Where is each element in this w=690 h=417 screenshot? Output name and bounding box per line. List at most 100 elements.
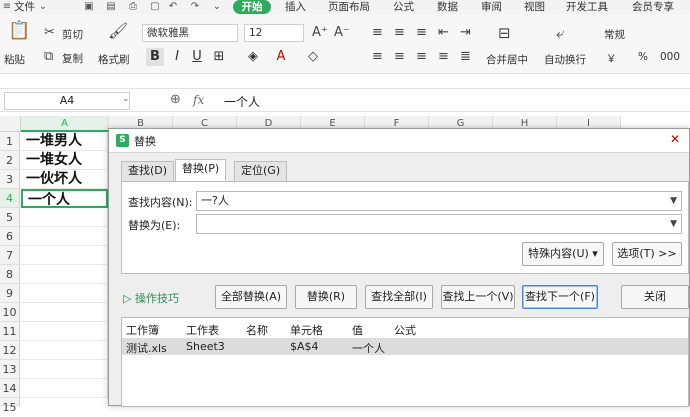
results-header-name[interactable]: 名称 — [246, 322, 268, 338]
menu-icon[interactable]: ≡ — [2, 2, 12, 12]
tab-insert[interactable]: 插入 — [285, 0, 306, 14]
cell-a10[interactable] — [21, 303, 108, 322]
cell-a3[interactable]: 一伙坏人 — [21, 170, 108, 189]
results-header-workbook[interactable]: 工作簿 — [126, 322, 159, 338]
print-preview-icon[interactable]: ▤ — [106, 2, 116, 12]
merge-center-button[interactable]: 合并居中 — [486, 52, 528, 67]
row-header[interactable]: 5 — [0, 208, 20, 227]
align-right-icon[interactable]: ≡ — [416, 50, 427, 64]
row-header[interactable]: 8 — [0, 265, 20, 284]
customize-icon[interactable]: ⌄ — [212, 2, 222, 12]
find-input[interactable]: 一?人 ▼ — [196, 191, 682, 211]
results-header-cell[interactable]: 单元格 — [290, 322, 323, 338]
special-content-button[interactable]: 特殊内容(U) ▾ — [522, 242, 604, 266]
paste-label[interactable]: 粘贴 — [4, 52, 25, 67]
close-button[interactable]: 关闭 — [621, 285, 689, 309]
tab-review[interactable]: 审阅 — [481, 0, 502, 14]
chevron-down-icon[interactable]: ▼ — [670, 215, 677, 233]
results-header-sheet[interactable]: 工作表 — [186, 322, 219, 338]
formula-content[interactable]: 一个人 — [224, 93, 260, 110]
bold-icon[interactable]: B — [146, 48, 164, 66]
results-header-formula[interactable]: 公式 — [394, 322, 416, 338]
row-header[interactable]: 2 — [0, 151, 20, 170]
fill-color-icon[interactable]: ◈ — [244, 48, 262, 66]
cell-a14[interactable] — [21, 379, 108, 398]
row-header[interactable]: 9 — [0, 284, 20, 303]
align-bottom-icon[interactable]: ≡ — [416, 26, 427, 40]
cell-a2[interactable]: 一堆女人 — [21, 151, 108, 170]
fx-icon[interactable]: fx — [193, 93, 204, 107]
align-middle-icon[interactable]: ≡ — [394, 26, 405, 40]
font-grow-icon[interactable]: A⁺ — [312, 26, 328, 40]
underline-icon[interactable]: U — [188, 48, 206, 66]
row-header[interactable]: 6 — [0, 227, 20, 246]
find-next-button[interactable]: 查找下一个(F) — [522, 285, 598, 309]
row-header[interactable]: 1 — [0, 132, 20, 151]
distributed-icon[interactable]: ≣ — [460, 50, 471, 64]
cell-a13[interactable] — [21, 360, 108, 379]
row-header[interactable]: 11 — [0, 322, 20, 341]
row-header[interactable]: 13 — [0, 360, 20, 379]
replace-input[interactable]: ▼ — [196, 214, 682, 234]
thousands-button[interactable]: 000 — [660, 51, 680, 63]
close-icon[interactable]: ✕ — [667, 131, 683, 147]
indent-right-icon[interactable]: ⇥ — [460, 26, 471, 40]
results-header-value[interactable]: 值 — [352, 322, 363, 338]
cut-button[interactable]: 剪切 — [62, 27, 83, 42]
copy-button[interactable]: 复制 — [62, 51, 83, 66]
italic-icon[interactable]: I — [168, 48, 186, 66]
font-size-select[interactable]: 12 — [244, 24, 304, 42]
cell-a8[interactable] — [21, 265, 108, 284]
chevron-down-icon[interactable]: ▼ — [670, 192, 677, 210]
tab-start[interactable]: 开始 — [233, 0, 271, 14]
cell-a6[interactable] — [21, 227, 108, 246]
format-painter-icon[interactable]: 🖌 — [108, 23, 128, 39]
chevron-down-icon[interactable]: ⌄ — [38, 2, 48, 12]
zoom-search-icon[interactable]: ⊕ — [170, 92, 181, 107]
find-all-button[interactable]: 查找全部(I) — [365, 285, 433, 309]
options-button[interactable]: 选项(T) >> — [612, 242, 682, 266]
cell-a5[interactable] — [21, 208, 108, 227]
tab-view[interactable]: 视图 — [524, 0, 545, 14]
font-shrink-icon[interactable]: A⁻ — [334, 26, 350, 40]
tab-formulas[interactable]: 公式 — [393, 0, 414, 14]
undo-icon[interactable]: ↶ — [168, 2, 178, 12]
cut-icon[interactable]: ✂ — [44, 26, 55, 40]
tab-data[interactable]: 数据 — [437, 0, 458, 14]
row-header[interactable]: 10 — [0, 303, 20, 322]
row-header[interactable]: 7 — [0, 246, 20, 265]
tab-developer[interactable]: 开发工具 — [566, 0, 608, 14]
font-name-select[interactable]: 微软雅黑 — [142, 24, 238, 42]
replace-all-button[interactable]: 全部替换(A) — [215, 285, 287, 309]
cell-a11[interactable] — [21, 322, 108, 341]
cell-a1[interactable]: 一堆男人 — [21, 132, 108, 151]
tab-goto[interactable]: 定位(G) — [234, 161, 288, 181]
select-all-corner[interactable] — [0, 116, 21, 132]
row-header[interactable]: 15 — [0, 398, 20, 414]
row-header[interactable]: 3 — [0, 170, 20, 189]
cell-a9[interactable] — [21, 284, 108, 303]
justify-icon[interactable]: ≡ — [438, 50, 449, 64]
column-header[interactable]: A — [21, 116, 109, 132]
export-icon[interactable]: ▢ — [150, 2, 160, 12]
tab-replace[interactable]: 替换(P) — [175, 159, 227, 182]
cell-a7[interactable] — [21, 246, 108, 265]
border-icon[interactable]: ⊞ — [210, 48, 228, 66]
percent-button[interactable]: % — [638, 51, 648, 63]
cell-a12[interactable] — [21, 341, 108, 360]
find-previous-button[interactable]: 查找上一个(V) — [441, 285, 515, 309]
wrap-text-icon[interactable]: ⤶ — [556, 26, 564, 41]
align-left-icon[interactable]: ≡ — [372, 50, 383, 64]
cell-a4-selected[interactable]: 一个人 — [21, 189, 108, 208]
currency-button[interactable]: ￥ — [606, 51, 617, 66]
copy-icon[interactable]: ⧉ — [44, 50, 53, 64]
clear-icon[interactable]: ◇ — [304, 48, 322, 66]
tab-page-layout[interactable]: 页面布局 — [328, 0, 370, 14]
number-format-select[interactable]: 常规 — [604, 27, 625, 42]
indent-left-icon[interactable]: ⇤ — [438, 26, 449, 40]
menu-file[interactable]: 文件 — [14, 0, 35, 14]
save-icon[interactable]: ▣ — [84, 2, 94, 12]
format-painter-button[interactable]: 格式刷 — [98, 52, 130, 67]
font-color-icon[interactable]: A — [272, 48, 290, 66]
wrap-text-button[interactable]: 自动换行 — [544, 52, 586, 67]
